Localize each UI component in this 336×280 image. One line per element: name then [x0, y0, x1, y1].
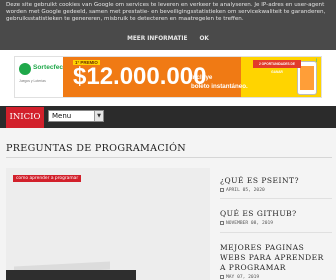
- ad-prize-amount: $12.000.000: [73, 63, 207, 90]
- ad-line-2: boleto instantáneo.: [191, 83, 248, 90]
- more-info-link[interactable]: MEER INFORMATIE: [127, 36, 187, 42]
- sidebar-post-date-text: APRIL 05, 2020: [226, 188, 265, 193]
- menu-select[interactable]: Menu ▼: [48, 110, 104, 122]
- sidebar-post-title[interactable]: MEJORES PAGINAS WEBS PARA APRENDER A PRO…: [220, 243, 332, 273]
- sidebar-divider: [220, 232, 332, 233]
- sidebar-post-title[interactable]: ¿QUÉ ES PSEINT?: [220, 176, 332, 186]
- ad-line-1: Incluye: [191, 74, 213, 81]
- section-divider: [6, 157, 332, 158]
- menu-select-value: Menu: [52, 112, 72, 120]
- sidebar-post-date: APRIL 05, 2020: [220, 188, 265, 193]
- cookie-consent-text: Deze site gebruikt cookies van Google om…: [6, 2, 326, 23]
- section-title: PREGUNTAS DE PROGRAMACIÓN: [6, 143, 186, 154]
- ok-button[interactable]: OK: [200, 36, 209, 42]
- cookie-consent-bar: Deze site gebruikt cookies van Google om…: [0, 0, 336, 50]
- calendar-icon: [220, 221, 224, 225]
- calendar-icon: [220, 275, 224, 279]
- sidebar-post-date: MAY 07, 2019: [220, 275, 259, 280]
- chevron-down-icon[interactable]: ▼: [94, 111, 103, 121]
- ad-main-panel: 1° PREMIO $12.000.000: [63, 57, 247, 97]
- ad-brand-subtitle: Juegos y Loterías: [19, 79, 46, 83]
- post-image-base: [6, 270, 136, 280]
- ad-container: Sortecfec Juegos y Loterías 1° PREMIO $1…: [0, 50, 336, 104]
- nav-home-link[interactable]: INICIO: [6, 107, 44, 128]
- ad-brand-block: Sortecfec Juegos y Loterías: [15, 57, 64, 97]
- calendar-icon: [220, 188, 224, 192]
- main-navbar: INICIO Menu ▼: [0, 106, 336, 128]
- ad-right-panel: 2 OPORTUNIDADES DE GANAR: [241, 57, 321, 97]
- sidebar-post-date-text: NOVEMBER 08, 2019: [226, 221, 274, 226]
- ad-info-icon[interactable]: i: [313, 58, 320, 65]
- ad-brand-name: Sortecfec: [33, 64, 64, 71]
- ad-chances-badge: 2 OPORTUNIDADES DE GANAR: [253, 60, 301, 74]
- sidebar-post-date: NOVEMBER 08, 2019: [220, 221, 273, 226]
- ad-logo-icon: [19, 63, 31, 75]
- ad-banner[interactable]: Sortecfec Juegos y Loterías 1° PREMIO $1…: [14, 56, 322, 98]
- post-category-label[interactable]: como aprender a programar: [13, 175, 82, 182]
- sidebar-post-title[interactable]: QUÉ ES GITHUB?: [220, 209, 332, 219]
- cookie-consent-actions: MEER INFORMATIE OK: [0, 36, 336, 42]
- sidebar-post-date-text: MAY 07, 2019: [226, 275, 260, 280]
- sidebar-divider: [220, 198, 332, 199]
